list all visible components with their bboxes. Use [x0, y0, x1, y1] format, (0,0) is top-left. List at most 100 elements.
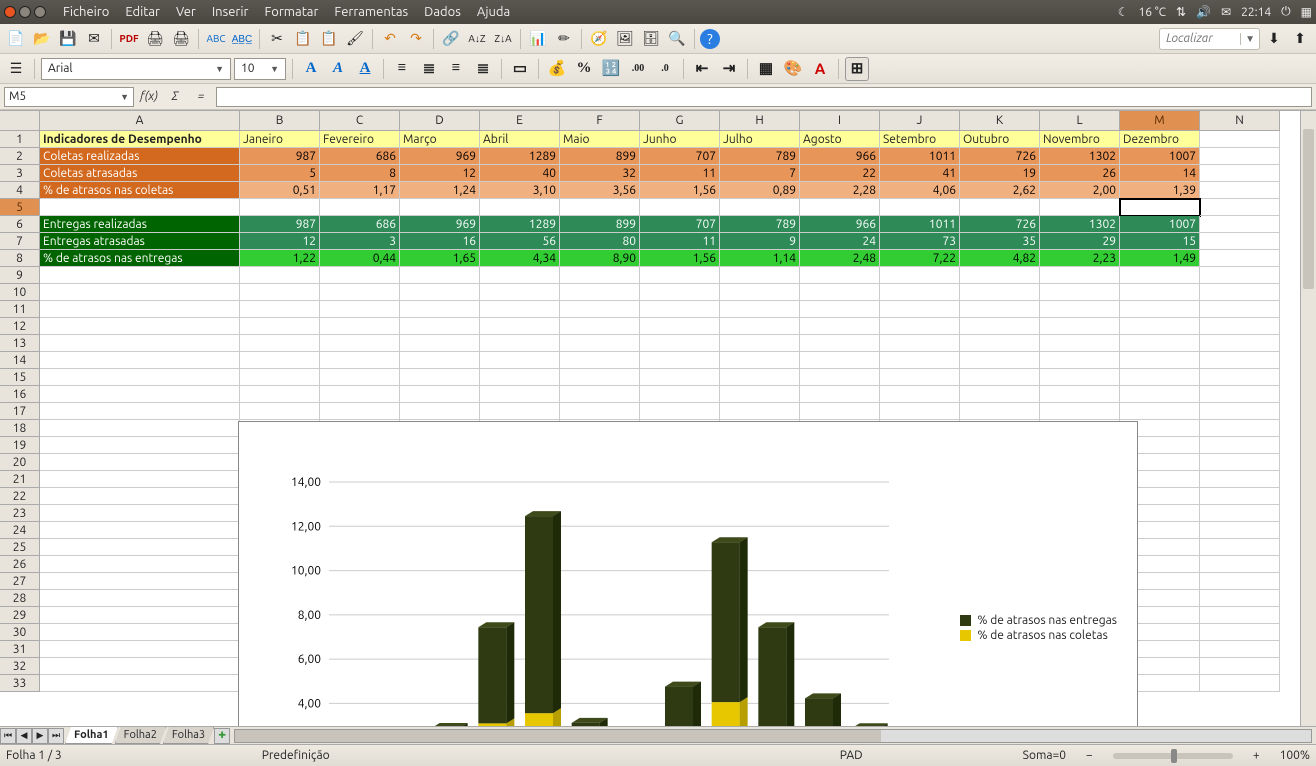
cell[interactable] [960, 318, 1040, 335]
row-header-19[interactable]: 19 [0, 437, 40, 454]
cell[interactable]: 11 [640, 165, 720, 182]
cell[interactable]: 16 [400, 233, 480, 250]
col-header-E[interactable]: E [480, 111, 560, 131]
col-header-N[interactable]: N [1200, 111, 1280, 131]
row-header-20[interactable]: 20 [0, 454, 40, 471]
borders-button[interactable]: ▦ [754, 57, 778, 81]
cell[interactable] [960, 369, 1040, 386]
cell[interactable]: 0,44 [320, 250, 400, 267]
cell[interactable] [320, 369, 400, 386]
add-sheet-button[interactable]: ✚ [214, 728, 230, 744]
row-header-2[interactable]: 2 [0, 148, 40, 165]
cell[interactable] [1120, 352, 1200, 369]
cell[interactable]: 686 [320, 216, 400, 233]
cell[interactable] [560, 386, 640, 403]
cell[interactable] [320, 386, 400, 403]
cell[interactable] [400, 335, 480, 352]
cell[interactable] [1200, 148, 1280, 165]
add-decimal-button[interactable]: .00 [626, 57, 650, 81]
cell[interactable] [640, 267, 720, 284]
cell[interactable] [320, 403, 400, 420]
cell[interactable] [1120, 199, 1200, 216]
cell[interactable] [240, 369, 320, 386]
cell[interactable] [1200, 539, 1280, 556]
cell[interactable] [720, 369, 800, 386]
cell[interactable] [880, 301, 960, 318]
menu-ver[interactable]: Ver [168, 3, 204, 21]
font-name-combo[interactable]: Arial▼ [41, 58, 231, 80]
cell[interactable] [240, 386, 320, 403]
menu-formatar[interactable]: Formatar [256, 3, 326, 21]
cell[interactable] [720, 199, 800, 216]
row-header-24[interactable]: 24 [0, 522, 40, 539]
cell[interactable]: 12 [240, 233, 320, 250]
copy-button[interactable]: 📋 [291, 27, 315, 51]
cell[interactable] [960, 284, 1040, 301]
cut-button[interactable]: ✂ [265, 27, 289, 51]
cell[interactable] [240, 403, 320, 420]
print-button[interactable]: 🖨 [143, 27, 167, 51]
cell[interactable] [1200, 522, 1280, 539]
cell[interactable] [1040, 284, 1120, 301]
cell[interactable] [240, 335, 320, 352]
cell[interactable] [560, 369, 640, 386]
col-header-C[interactable]: C [320, 111, 400, 131]
open-button[interactable]: 📂 [30, 27, 54, 51]
percent-button[interactable]: % [572, 57, 596, 81]
align-center-button[interactable]: ≣ [417, 57, 441, 81]
cell[interactable] [1040, 386, 1120, 403]
cell[interactable] [640, 199, 720, 216]
cell[interactable] [880, 267, 960, 284]
status-insert-mode[interactable]: PAD [840, 749, 863, 762]
zoom-slider[interactable] [1113, 753, 1233, 759]
cell[interactable] [320, 335, 400, 352]
col-header-L[interactable]: L [1040, 111, 1120, 131]
cell[interactable] [640, 403, 720, 420]
row-header-11[interactable]: 11 [0, 301, 40, 318]
fontcolor-button[interactable]: A [808, 57, 832, 81]
col-header-G[interactable]: G [640, 111, 720, 131]
cell[interactable] [40, 607, 240, 624]
cell[interactable]: Indicadores de Desempenho [40, 131, 240, 148]
row-header-28[interactable]: 28 [0, 590, 40, 607]
cell[interactable]: 22 [800, 165, 880, 182]
cell[interactable] [40, 318, 240, 335]
cell[interactable] [1200, 352, 1280, 369]
cell[interactable] [560, 284, 640, 301]
cell[interactable] [320, 199, 400, 216]
zoom-button[interactable]: 🔍 [665, 27, 689, 51]
cell[interactable] [720, 335, 800, 352]
sort-desc-button[interactable]: Z↓A [491, 27, 515, 51]
cell[interactable]: 0,89 [720, 182, 800, 199]
cell[interactable] [800, 369, 880, 386]
menu-ferramentas[interactable]: Ferramentas [326, 3, 416, 21]
cell[interactable] [40, 624, 240, 641]
cell[interactable] [400, 403, 480, 420]
row-header-25[interactable]: 25 [0, 539, 40, 556]
cell[interactable] [560, 199, 640, 216]
cell[interactable] [240, 199, 320, 216]
cell[interactable]: 19 [960, 165, 1040, 182]
row-header-22[interactable]: 22 [0, 488, 40, 505]
cell[interactable] [640, 301, 720, 318]
sound-icon[interactable]: 🔊 [1196, 5, 1211, 19]
cell[interactable]: 987 [240, 216, 320, 233]
cell[interactable] [1040, 403, 1120, 420]
cell[interactable] [800, 335, 880, 352]
cell[interactable]: 969 [400, 216, 480, 233]
mail-icon[interactable]: ✉ [1221, 5, 1231, 19]
sum-button[interactable]: Σ [164, 87, 186, 107]
cell[interactable] [1040, 301, 1120, 318]
align-left-button[interactable]: ≡ [390, 57, 414, 81]
col-header-A[interactable]: A [40, 111, 240, 131]
export-pdf-button[interactable]: PDF [117, 27, 141, 51]
cell[interactable]: 966 [800, 148, 880, 165]
cell[interactable]: 726 [960, 148, 1040, 165]
tab-first-button[interactable]: ⏮ [0, 728, 16, 744]
cell[interactable] [880, 369, 960, 386]
underline-button[interactable]: A [353, 57, 377, 81]
cell[interactable]: Agosto [800, 131, 880, 148]
cell[interactable] [1200, 284, 1280, 301]
sort-asc-button[interactable]: A↓Z [465, 27, 489, 51]
help-button[interactable]: ? [700, 29, 720, 49]
